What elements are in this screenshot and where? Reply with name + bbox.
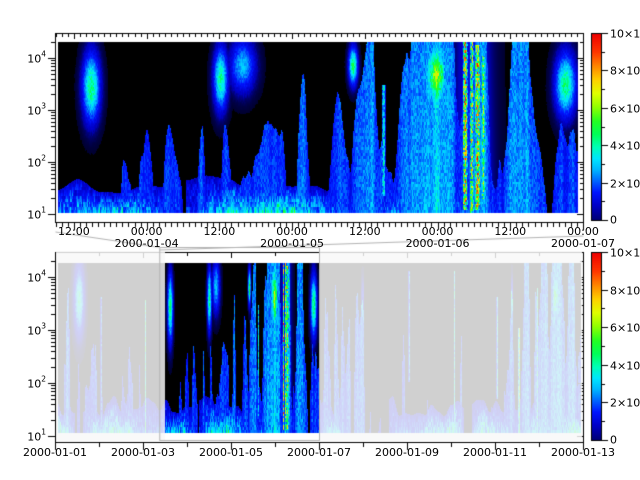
spectrogram-plots-canvas [0,0,640,480]
spectrogram-figure: 10110210310412:0000:002000-01-0412:0000:… [0,0,640,480]
